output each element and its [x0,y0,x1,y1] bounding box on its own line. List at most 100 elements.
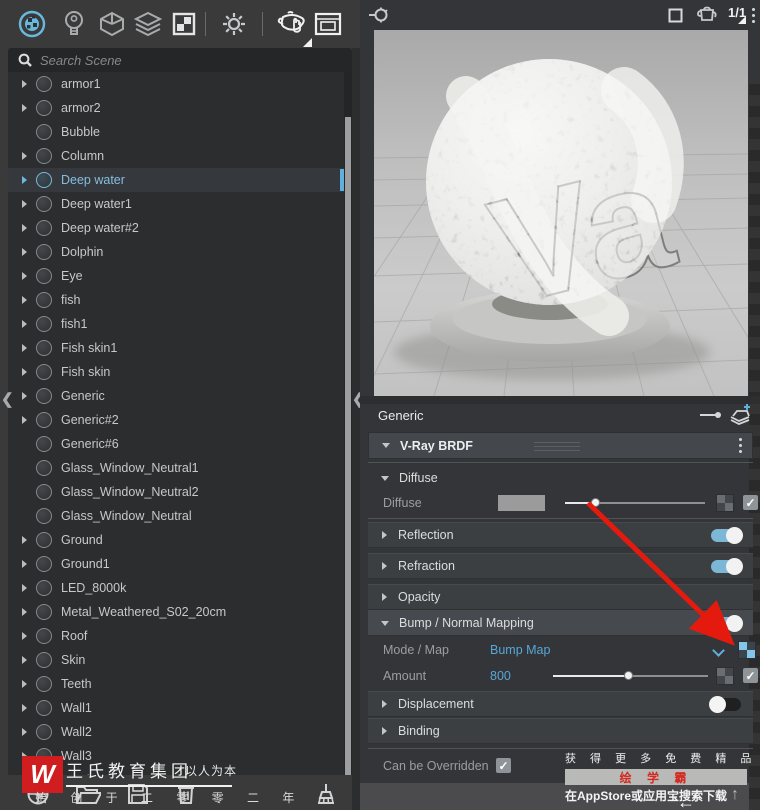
bump-texture-icon[interactable] [738,641,756,659]
list-item[interactable]: Generic#2 [8,408,344,432]
layer-menu-icon[interactable] [739,438,742,456]
list-item[interactable]: Roof [8,624,344,648]
expand-caret[interactable] [22,536,27,544]
preview-light-icon[interactable] [368,6,390,24]
expand-caret[interactable] [22,176,27,184]
diffuse-checkbox[interactable]: ✓ [743,495,758,510]
expand-caret[interactable] [22,392,27,400]
diffuse-color-swatch[interactable] [498,495,545,511]
section-opacity[interactable]: Opacity [368,584,753,610]
list-item[interactable]: Glass_Window_Neutral [8,504,344,528]
reflection-toggle[interactable] [711,527,743,544]
section-displacement[interactable]: Displacement [368,691,753,717]
list-item[interactable]: Eye [8,264,344,288]
list-item[interactable]: LED_8000k [8,576,344,600]
expand-caret[interactable] [22,272,27,280]
list-item[interactable]: fish1 [8,312,344,336]
list-item[interactable]: Ground [8,528,344,552]
purge-unused-icon[interactable] [310,778,342,810]
expand-caret[interactable] [22,344,27,352]
chevron-down-icon[interactable] [713,645,723,655]
list-item[interactable]: Glass_Window_Neutral2 [8,480,344,504]
collapse-caret[interactable] [381,475,389,481]
list-item[interactable]: Ground1 [8,552,344,576]
list-scrollbar-thumb[interactable] [345,117,351,775]
interactive-render-icon[interactable] [276,8,312,47]
collapse-left-chevron[interactable]: ❮ [1,390,14,408]
expand-caret[interactable] [382,562,387,570]
amount-slider[interactable] [553,671,708,680]
lights-icon[interactable] [58,8,90,40]
list-item[interactable]: Dolphin [8,240,344,264]
list-item[interactable]: armor2 [8,96,344,120]
expand-caret[interactable] [22,680,27,688]
expand-caret[interactable] [22,560,27,568]
floating-preview-icon[interactable] [668,8,683,23]
expand-caret[interactable] [382,727,387,735]
section-bump[interactable]: Bump / Normal Mapping [368,610,753,636]
expand-caret[interactable] [22,704,27,712]
quick-settings-icon[interactable] [700,410,722,420]
expand-caret[interactable] [22,104,27,112]
search-input[interactable]: Search Scene [8,48,352,72]
diffuse-texture-icon[interactable] [716,494,734,512]
expand-caret[interactable] [22,632,27,640]
list-item[interactable]: fish [8,288,344,312]
list-item[interactable]: Deep water1 [8,192,344,216]
list-scrollbar-track[interactable] [344,72,352,775]
bump-toggle[interactable] [711,615,743,632]
list-item[interactable]: Deep water#2 [8,216,344,240]
expand-caret[interactable] [382,700,387,708]
list-item[interactable]: Column [8,144,344,168]
expand-caret[interactable] [22,80,27,88]
list-item[interactable]: Generic#6 [8,432,344,456]
section-refraction[interactable]: Refraction [368,553,753,579]
layer-grip[interactable] [534,442,580,454]
collapse-caret[interactable] [382,443,390,448]
render-asset-icon[interactable] [696,6,718,23]
brdf-layer-row[interactable]: V-Ray BRDF [368,432,753,459]
section-binding[interactable]: Binding [368,718,753,744]
diffuse-slider[interactable] [565,498,705,507]
expand-caret[interactable] [22,656,27,664]
geometries-icon[interactable] [96,8,128,40]
section-reflection[interactable]: Reflection [368,522,753,548]
list-item[interactable]: Teeth [8,672,344,696]
expand-caret[interactable] [22,296,27,304]
list-item[interactable]: Fish skin [8,360,344,384]
displacement-toggle[interactable] [709,696,741,713]
list-item[interactable]: Generic [8,384,344,408]
expand-caret[interactable] [382,531,387,539]
section-diffuse[interactable]: Diffuse [368,466,753,490]
expand-caret[interactable] [22,152,27,160]
list-item[interactable]: Deep water [8,168,344,192]
list-item[interactable]: armor1 [8,72,344,96]
amount-texture-icon[interactable] [716,667,734,685]
list-item[interactable]: Glass_Window_Neutral1 [8,456,344,480]
layers-icon[interactable] [132,8,164,40]
expand-caret[interactable] [22,728,27,736]
expand-caret[interactable] [22,416,27,424]
mode-map-value[interactable]: Bump Map [490,643,550,657]
frame-buffer-icon[interactable] [312,8,344,40]
list-item[interactable]: Wall1 [8,696,344,720]
list-item[interactable]: Bubble [8,120,344,144]
amount-checkbox[interactable]: ✓ [743,668,758,683]
expand-caret[interactable] [22,200,27,208]
refraction-toggle[interactable] [711,558,743,575]
textures-icon[interactable] [168,8,200,40]
settings-icon[interactable] [218,8,250,40]
expand-caret[interactable] [22,368,27,376]
expand-caret[interactable] [22,248,27,256]
expand-caret[interactable] [382,593,387,601]
list-item[interactable]: Metal_Weathered_S02_20cm [8,600,344,624]
list-item[interactable]: Skin [8,648,344,672]
expand-caret[interactable] [22,320,27,328]
override-checkbox[interactable]: ✓ [496,758,511,773]
expand-caret[interactable] [22,584,27,592]
expand-caret[interactable] [22,224,27,232]
add-layer-icon[interactable] [728,404,752,426]
list-item[interactable]: Fish skin1 [8,336,344,360]
list-item[interactable]: Wall2 [8,720,344,744]
amount-value[interactable]: 800 [490,669,511,683]
